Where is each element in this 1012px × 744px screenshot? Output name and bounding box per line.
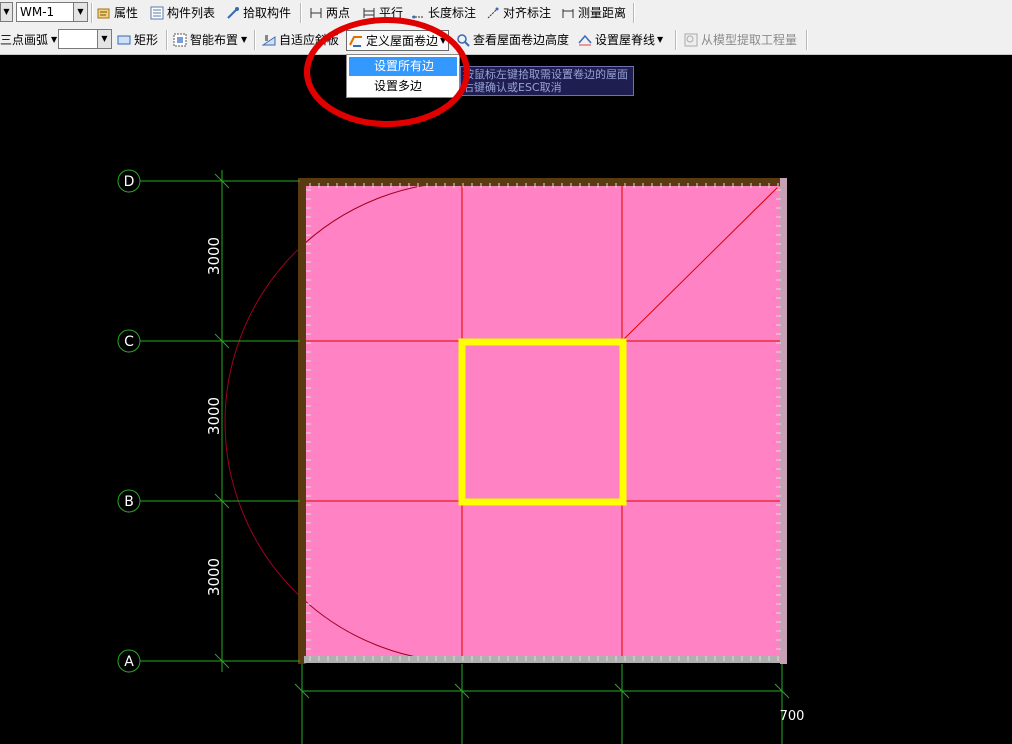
chevron-down-icon: ▼ — [440, 35, 447, 45]
set-roof-ridge-label: 设置屋脊线 — [595, 33, 656, 47]
axis-bubble-b[interactable]: B — [117, 489, 141, 513]
two-points-label: 两点 — [326, 6, 351, 20]
parallel-button[interactable]: 平行 — [362, 3, 403, 23]
roof-slab[interactable] — [304, 183, 782, 661]
properties-icon — [97, 8, 110, 19]
length-dim-icon — [412, 15, 424, 19]
draw-mode-combo[interactable] — [58, 29, 100, 49]
separator — [254, 30, 256, 50]
draw-mode-label: 三点画弧 — [0, 33, 49, 47]
smart-layout-label: 智能布置 — [190, 33, 239, 47]
align-dimension-label: 对齐标注 — [503, 6, 552, 20]
pick-component-label: 拾取构件 — [243, 6, 292, 20]
list-icon — [150, 6, 164, 20]
axis-bubble-a[interactable]: A — [117, 649, 141, 673]
align-dimension-button[interactable]: 对齐标注 — [486, 3, 551, 23]
toolbar-bottom: 三点画弧 ▼ ▼ 矩形 智能布置 ▼ 自适应斜板 定义屋面卷边 ▼ 查看屋面卷边… — [0, 27, 1012, 55]
chevron-down-icon: ▼ — [51, 35, 58, 44]
separator — [806, 30, 808, 50]
pick-component-button[interactable]: 拾取构件 — [226, 3, 291, 23]
parallel-dim-icon — [363, 8, 375, 18]
view-roof-edge-height-label: 查看屋面卷边高度 — [473, 33, 570, 47]
smart-layout-icon — [173, 33, 187, 47]
properties-button[interactable]: 属性 — [97, 3, 138, 23]
define-roof-edge-label: 定义屋面卷边 — [366, 33, 439, 48]
dimension-text-1: 3000 — [205, 237, 223, 275]
chevron-down-icon: ▼ — [657, 35, 664, 44]
length-dimension-label: 长度标注 — [428, 6, 477, 20]
component-combo[interactable]: WM-1 — [16, 2, 74, 22]
set-roof-ridge-button[interactable]: 设置屋脊线 ▼ — [578, 30, 663, 50]
adaptive-slope-label: 自适应斜板 — [279, 33, 340, 47]
view-roof-edge-height-button[interactable]: 查看屋面卷边高度 — [456, 30, 569, 50]
slope-plate-icon — [262, 35, 276, 46]
roof-edge-icon — [349, 35, 362, 47]
axis-bubble-d[interactable]: D — [117, 169, 141, 193]
measure-icon — [562, 9, 574, 18]
two-points-dim-icon — [310, 8, 322, 18]
component-list-label: 构件列表 — [167, 6, 216, 20]
two-points-button[interactable]: 两点 — [309, 3, 350, 23]
rectangle-button[interactable]: 矩形 — [117, 30, 158, 50]
align-dim-icon — [487, 7, 499, 19]
edge-bottom[interactable] — [304, 656, 786, 663]
separator — [675, 30, 677, 50]
edge-right[interactable] — [780, 178, 787, 664]
drawing-canvas[interactable]: D C B A 3000 3000 3000 700 — [0, 55, 1012, 744]
component-combo-arrow[interactable]: ▼ — [73, 2, 88, 22]
ridge-line-icon — [578, 34, 592, 46]
view-height-icon — [457, 34, 470, 47]
separator — [633, 3, 635, 23]
edge-left[interactable] — [298, 178, 306, 664]
tooltip-line-2: 右键确认或ESC取消 — [463, 81, 562, 94]
parallel-label: 平行 — [379, 6, 404, 20]
properties-label: 属性 — [114, 6, 139, 20]
eyedropper-icon — [227, 7, 239, 19]
toolbar-top: ▼ WM-1 ▼ 属性 构件列表 拾取构件 两点 平行 长度标注 对齐标注 测量… — [0, 0, 1012, 27]
extract-quantity-button[interactable]: 从模型提取工程量 — [684, 30, 797, 50]
separator — [166, 30, 168, 50]
menu-item-set-multiple-edges[interactable]: 设置多边 — [349, 77, 457, 96]
length-dimension-button[interactable]: 长度标注 — [411, 3, 476, 23]
corner-dimension-text: 700 — [780, 709, 805, 724]
rectangle-icon — [117, 35, 131, 45]
component-list-button[interactable]: 构件列表 — [150, 3, 215, 23]
left-scroll-button[interactable]: ▼ — [0, 2, 13, 22]
dimension-text-2: 3000 — [205, 397, 223, 435]
chevron-down-icon: ▼ — [241, 35, 248, 44]
axis-label-d: D — [124, 174, 135, 190]
dimension-text-3: 3000 — [205, 558, 223, 596]
axis-bubble-c[interactable]: C — [117, 329, 141, 353]
extract-icon — [684, 33, 698, 47]
define-roof-edge-button[interactable]: 定义屋面卷边 ▼ — [346, 30, 450, 51]
draw-mode-button[interactable]: 三点画弧 ▼ — [0, 30, 57, 50]
tooltip-line-1: 按鼠标左键拾取需设置卷边的屋面 — [463, 68, 628, 81]
axis-label-a: A — [124, 654, 134, 670]
smart-layout-button[interactable]: 智能布置 ▼ — [173, 30, 247, 50]
separator — [300, 3, 302, 23]
measure-distance-button[interactable]: 测量距离 — [561, 3, 626, 23]
rectangle-label: 矩形 — [134, 33, 159, 47]
status-tooltip: 按鼠标左键拾取需设置卷边的屋面 右键确认或ESC取消 — [460, 66, 634, 96]
axis-label-c: C — [124, 334, 134, 350]
menu-item-set-all-edges[interactable]: 设置所有边 — [349, 57, 457, 76]
extract-quantity-label: 从模型提取工程量 — [701, 33, 798, 47]
roof-edge-dropdown-menu: 设置所有边 设置多边 — [346, 54, 460, 98]
draw-mode-combo-arrow[interactable]: ▼ — [97, 29, 112, 49]
measure-distance-label: 测量距离 — [578, 6, 627, 20]
separator — [91, 3, 93, 23]
axis-label-b: B — [124, 494, 134, 510]
adaptive-slope-button[interactable]: 自适应斜板 — [262, 30, 339, 50]
